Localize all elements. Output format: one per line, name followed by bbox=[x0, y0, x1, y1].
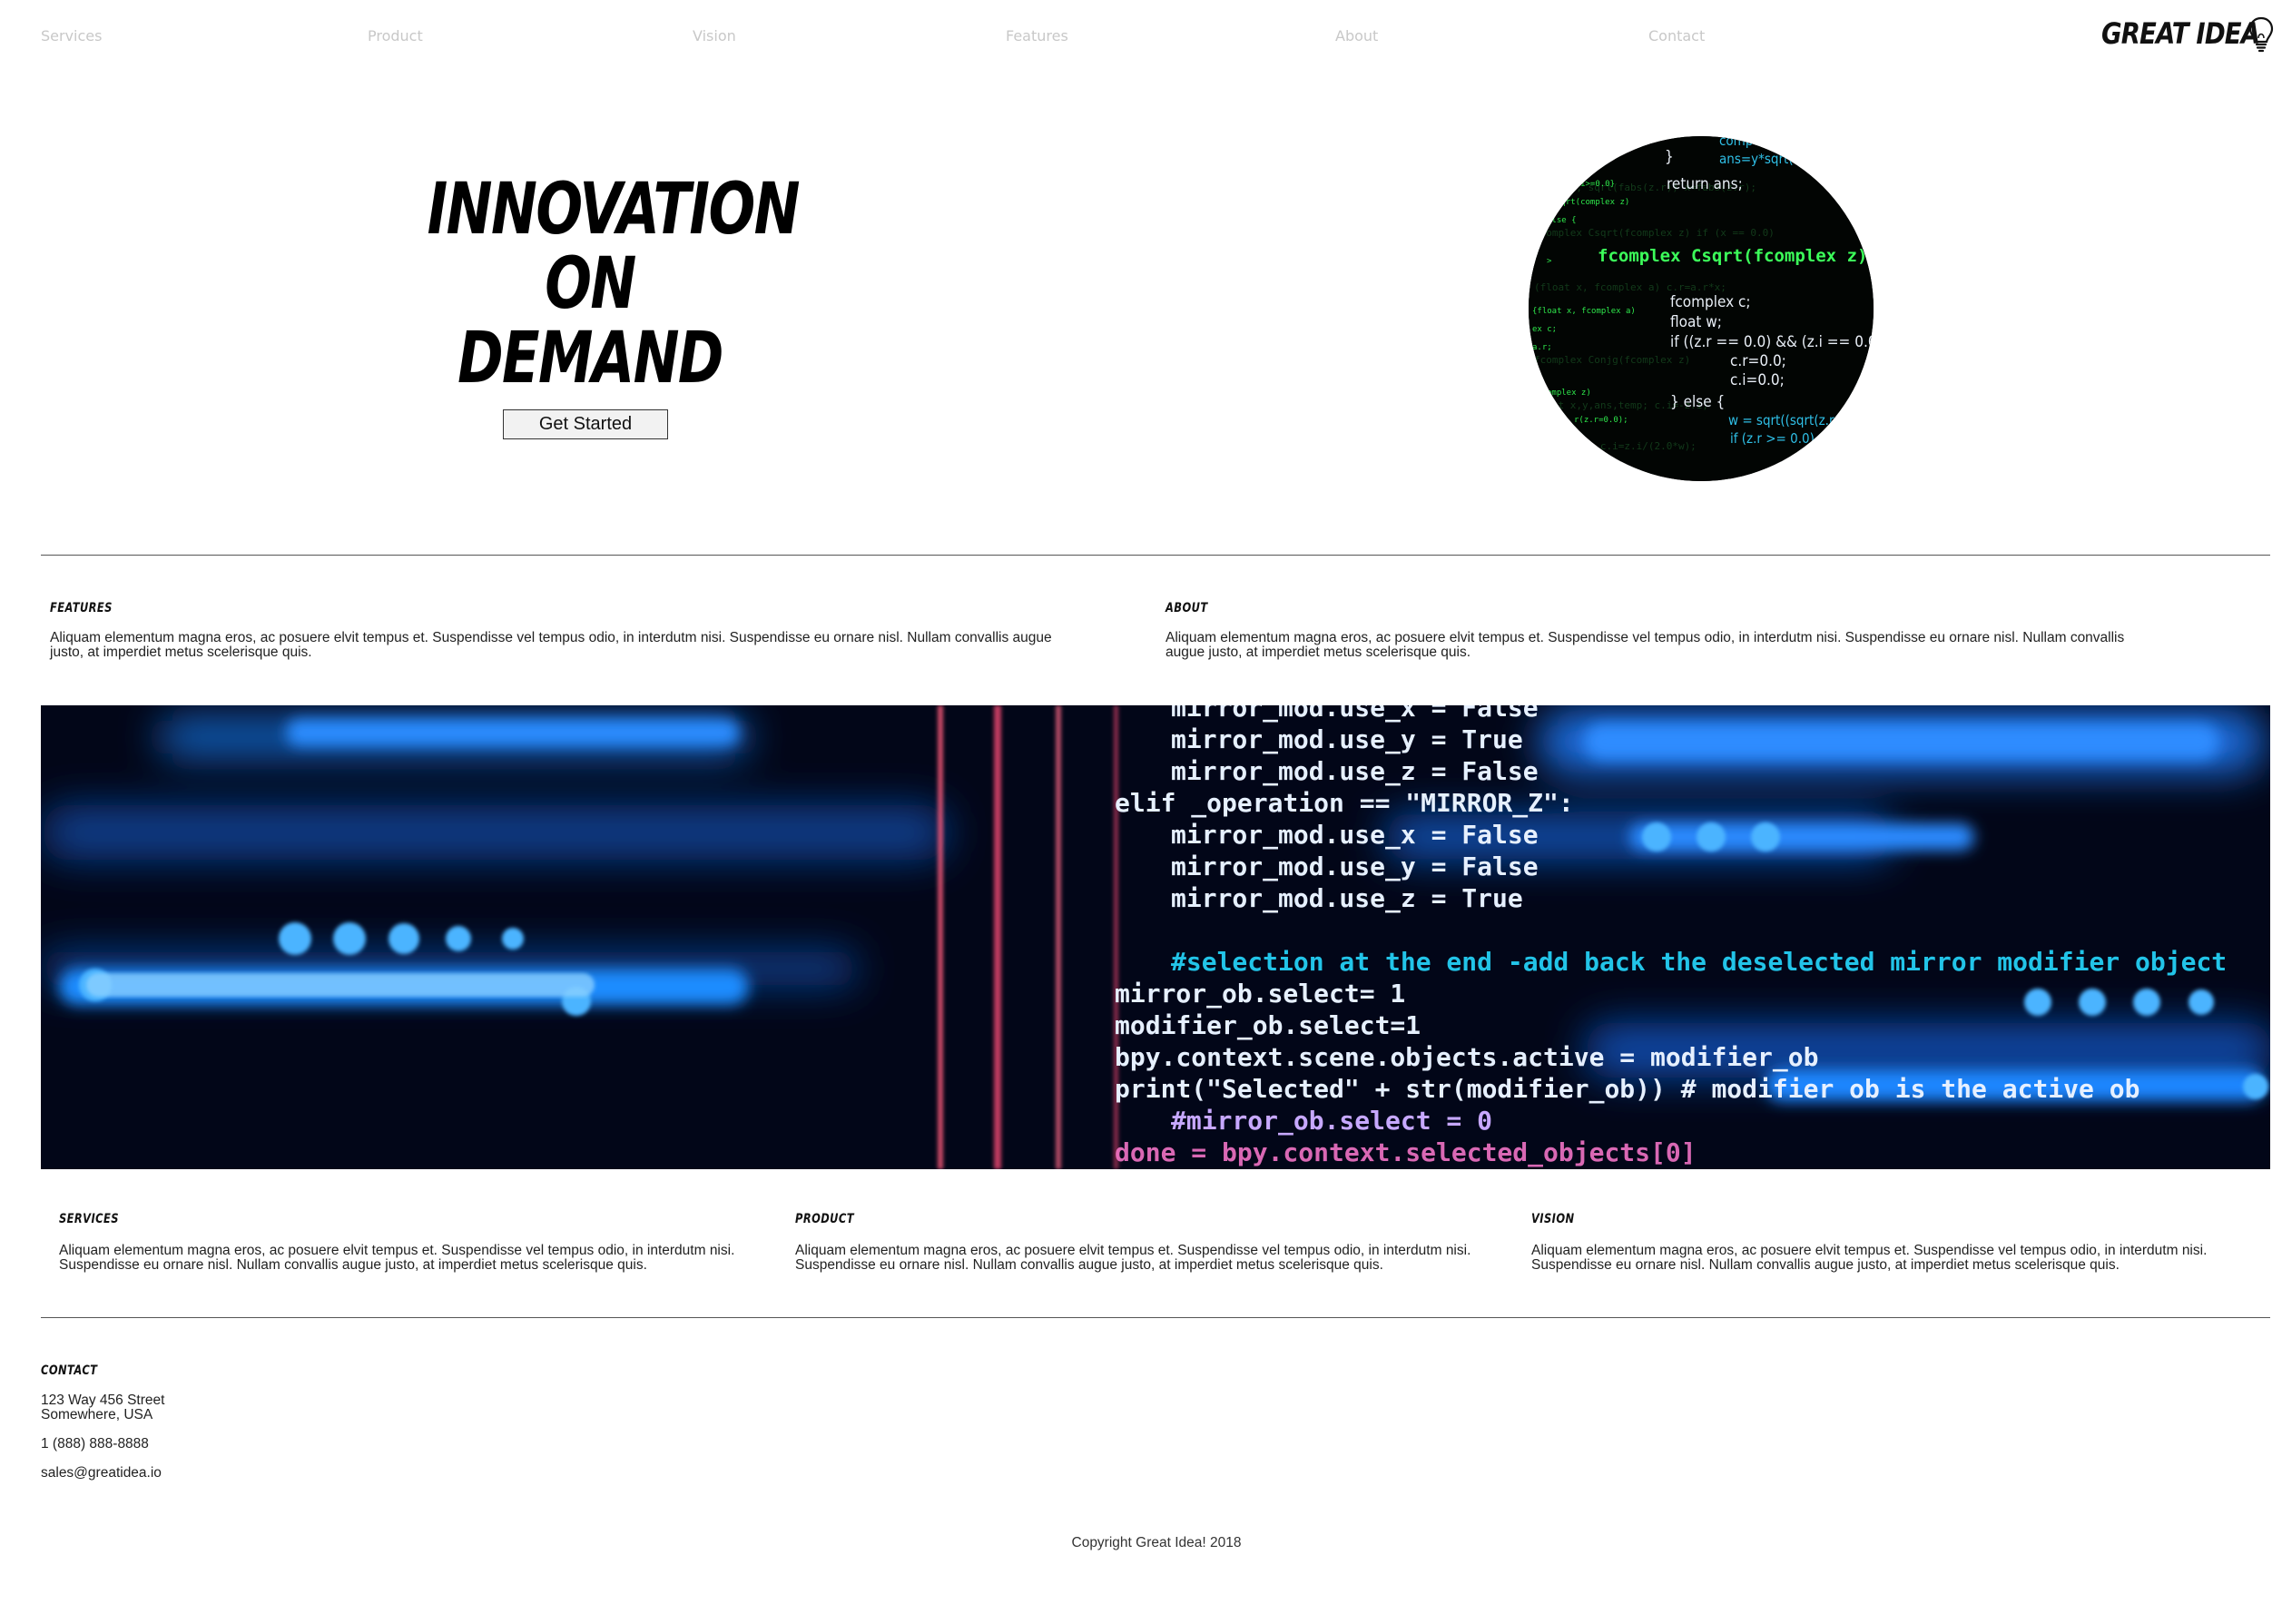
banner-code-line: mirror_mod.use_z = True bbox=[1171, 883, 1523, 913]
code-text: fcomplex c; bbox=[1670, 293, 1751, 311]
svg-text:c.r=0.5*w; c.i=z.i/(2.0*w);: c.r=0.5*w; c.i=z.i/(2.0*w); bbox=[1534, 440, 1697, 452]
product-heading: PRODUCT bbox=[795, 1212, 854, 1226]
banner-code-line: mirror_mod.use_y = False bbox=[1171, 851, 1539, 881]
svg-text:omplex z): omplex z) bbox=[1547, 389, 1591, 398]
contact-address-line: 123 Way 456 Street bbox=[41, 1393, 165, 1408]
vision-heading: VISION bbox=[1531, 1212, 1575, 1226]
vision-text: Aliquam elementum magna eros, ac posuere… bbox=[1531, 1243, 2208, 1273]
features-heading: FEATURES bbox=[50, 601, 113, 615]
banner-code-line: mirror_mod.use_y = True bbox=[1171, 724, 1523, 754]
code-text: comp=x/y; bbox=[1719, 136, 1786, 149]
contact-address-line: Somewhere, USA bbox=[41, 1407, 153, 1422]
get-started-button[interactable]: Get Started bbox=[503, 409, 668, 439]
services-text: Aliquam elementum magna eros, ac posuere… bbox=[59, 1243, 735, 1273]
code-text: } else { bbox=[1670, 393, 1725, 411]
nav-link-services[interactable]: Services bbox=[41, 27, 102, 44]
banner-code-line: bpy.context.scene.objects.active = modif… bbox=[1115, 1042, 1818, 1072]
hero-title: INNOVATION ON DEMAND bbox=[427, 169, 801, 399]
nav-link-contact[interactable]: Contact bbox=[1648, 27, 1705, 44]
code-text: if ((z.r == 0.0) && (z.i == 0.0)) bbox=[1670, 333, 1874, 351]
code-text: c.r=0.0; bbox=[1730, 352, 1786, 370]
svg-text:fcomplex Csqrt(fcomplex z) if: fcomplex Csqrt(fcomplex z) if (x == 0.0) bbox=[1534, 227, 1775, 239]
code-text: w = sqrt((sqrt(z.r bbox=[1728, 412, 1834, 428]
services-heading: SERVICES bbox=[59, 1212, 119, 1226]
svg-text:fcomplex Conjg(fcomplex z): fcomplex Conjg(fcomplex z) bbox=[1534, 354, 1690, 366]
hero-title-line: ON bbox=[545, 243, 636, 325]
banner-code-line: mirror_ob.select= 1 bbox=[1115, 979, 1405, 1009]
copyright-text: Copyright Great Idea! 2018 bbox=[1071, 1535, 1242, 1550]
about-text: Aliquam elementum magna eros, ac posuere… bbox=[1166, 630, 2125, 660]
divider bbox=[41, 555, 2270, 556]
banner-code-line: #selection at the end -add back the dese… bbox=[1171, 947, 2227, 977]
code-text: if (z.r >= 0.0) bbox=[1730, 430, 1815, 447]
product-text: Aliquam elementum magna eros, ac posuere… bbox=[795, 1243, 1471, 1273]
svg-text:else {: else { bbox=[1547, 216, 1577, 225]
contact-phone[interactable]: 1 (888) 888-8888 bbox=[41, 1437, 149, 1452]
hero-code-image: c.i=0.0; sqrt(fabs(z.r)) x=fabs(z.r); fc… bbox=[1529, 136, 1874, 481]
code-banner-illustration: mirror_mod.use_x = False mirror_mod.use_… bbox=[41, 705, 2270, 1169]
svg-text:a.r;: a.r; bbox=[1532, 343, 1552, 352]
nav-link-vision[interactable]: Vision bbox=[693, 27, 736, 44]
svg-text:; {c.i>=0.0}: ; {c.i>=0.0} bbox=[1556, 180, 1615, 189]
svg-text:sqrt(complex z): sqrt(complex z) bbox=[1556, 198, 1629, 207]
svg-text:r(z.r=0.0);: r(z.r=0.0); bbox=[1574, 416, 1628, 425]
code-text: } bbox=[1665, 148, 1674, 166]
features-text: Aliquam elementum magna eros, ac posuere… bbox=[50, 630, 1052, 660]
banner-code-line: mirror_mod.use_x = False bbox=[1171, 705, 1539, 723]
contact-heading: CONTACT bbox=[41, 1363, 98, 1378]
banner-code-line: print("Selected" + str(modifier_ob)) # m… bbox=[1115, 1074, 2139, 1104]
hero-title-line: INNOVATION bbox=[427, 169, 801, 251]
lightbulb-icon bbox=[2248, 16, 2274, 53]
code-text: fcomplex Csqrt(fcomplex z) bbox=[1598, 246, 1867, 266]
banner-code-line: mirror_mod.use_z = False bbox=[1171, 756, 1539, 786]
code-screen-illustration: c.i=0.0; sqrt(fabs(z.r)) x=fabs(z.r); fc… bbox=[1529, 136, 1874, 481]
nav-link-product[interactable]: Product bbox=[368, 27, 423, 44]
svg-text:ex c;: ex c; bbox=[1532, 325, 1557, 334]
svg-text:(float x, fcomplex a) c.r=a.r*: (float x, fcomplex a) c.r=a.r*x; bbox=[1534, 281, 1726, 293]
hero-title-line: DEMAND bbox=[457, 318, 723, 399]
code-text: return ans; bbox=[1667, 175, 1743, 193]
banner-code-line: modifier_ob.select=1 bbox=[1115, 1010, 1421, 1040]
code-text: c.i=0.0; bbox=[1730, 371, 1785, 389]
contact-email[interactable]: sales@greatidea.io bbox=[41, 1466, 162, 1481]
banner-code-line: mirror_mod.use_x = False bbox=[1171, 820, 1539, 850]
nav-link-features[interactable]: Features bbox=[1006, 27, 1068, 44]
divider bbox=[41, 1317, 2270, 1318]
code-text: float w; bbox=[1670, 313, 1722, 331]
about-heading: ABOUT bbox=[1166, 601, 1208, 615]
brand-logo[interactable]: GREAT IDEA bbox=[2101, 16, 2260, 56]
banner-code-line: #mirror_ob.select = 0 bbox=[1171, 1106, 1492, 1136]
svg-text:{float x, fcomplex a): {float x, fcomplex a) bbox=[1532, 307, 1636, 316]
code-text: ans=y*sqrt(1.0+temp*temp) bbox=[1719, 151, 1874, 167]
nav-link-about[interactable]: About bbox=[1335, 27, 1378, 44]
svg-text:>: > bbox=[1547, 257, 1552, 266]
banner-code-line: elif _operation == "MIRROR_Z": bbox=[1115, 788, 1574, 818]
banner-code-line: done = bpy.context.selected_objects[0] bbox=[1115, 1137, 1697, 1167]
code-banner-image: mirror_mod.use_x = False mirror_mod.use_… bbox=[41, 705, 2270, 1169]
